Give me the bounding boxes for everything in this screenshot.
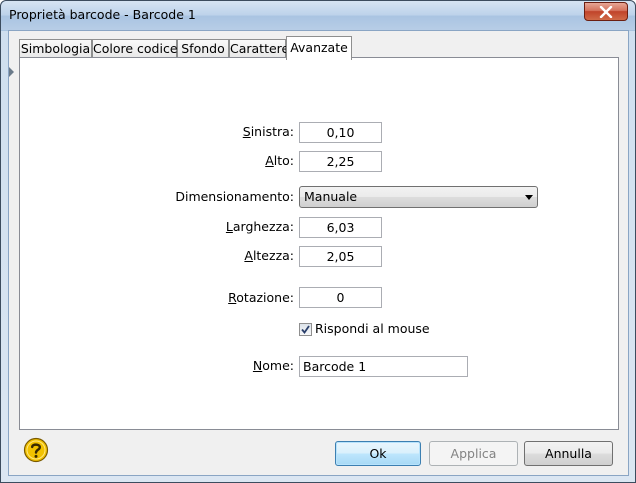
rispondi-al-mouse-label[interactable]: Rispondi al mouse [315,319,430,339]
tab-colore-codice[interactable]: Colore codice [92,39,178,59]
dimensionamento-select[interactable]: Manuale [299,186,538,208]
tab-carattere[interactable]: Carattere [229,39,289,59]
help-icon [23,437,49,463]
chevron-down-icon [525,195,533,200]
alto-label: Alto: [265,153,294,168]
sinistra-field[interactable]: 0,10 [299,122,382,143]
nome-label: Nome: [252,358,294,373]
help-button[interactable] [23,437,49,463]
window-title: Proprietà barcode - Barcode 1 [9,7,196,22]
applica-button[interactable]: Applica [429,441,518,466]
close-icon [599,5,613,18]
sinistra-label: Sinistra: [242,124,294,139]
larghezza-field[interactable]: 6,03 [299,217,382,238]
nome-field[interactable]: Barcode 1 [299,356,468,377]
tab-panel-avanzate: Sinistra: 0,10 Alto: 2,25 Dimensionament… [19,57,619,430]
altezza-label: Altezza: [244,248,294,263]
alto-field[interactable]: 2,25 [299,151,382,172]
dimensionamento-value: Manuale [304,189,358,204]
tab-avanzate[interactable]: Avanzate [286,36,352,60]
check-icon [301,325,310,334]
dialog-client-area: Simbologia Colore codice Sfondo Caratter… [8,30,629,476]
rotazione-field[interactable]: 0 [299,287,382,308]
ok-button[interactable]: Ok [335,441,421,466]
altezza-field[interactable]: 2,05 [299,246,382,267]
side-arrow-icon [9,67,14,77]
rotazione-label: Rotazione: [228,290,294,305]
dimensionamento-label: Dimensionamento: [175,189,294,204]
tab-sfondo[interactable]: Sfondo [177,39,229,59]
dialog-window: Proprietà barcode - Barcode 1 Simbologia… [0,0,636,483]
title-bar[interactable]: Proprietà barcode - Barcode 1 [1,1,635,30]
tab-simbologia[interactable]: Simbologia [19,39,92,59]
close-button[interactable] [584,2,628,21]
larghezza-label: Larghezza: [225,219,294,234]
annulla-button[interactable]: Annulla [524,441,613,466]
rispondi-al-mouse-checkbox[interactable] [299,323,312,336]
